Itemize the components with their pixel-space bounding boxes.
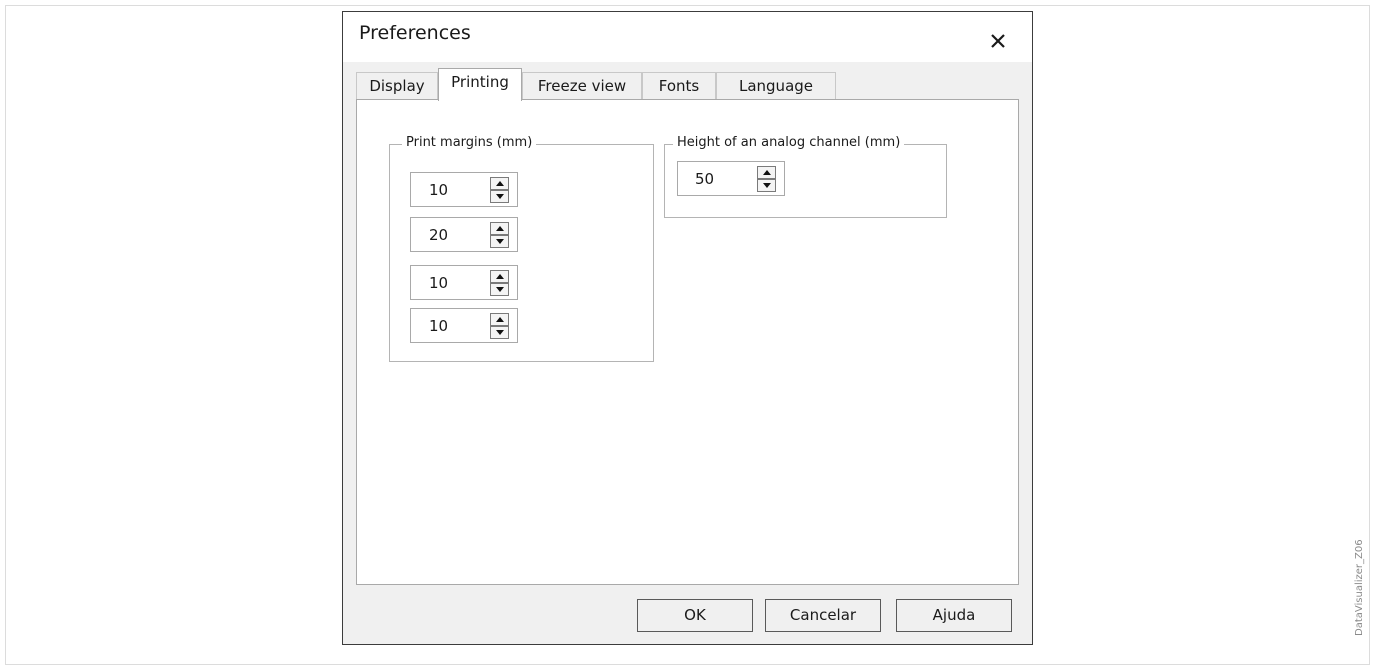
arrow-up-icon	[496, 181, 504, 186]
analog-height-value: 50	[695, 170, 715, 188]
close-button[interactable]	[983, 24, 1013, 54]
tab-language[interactable]: Language	[716, 72, 836, 99]
analog-height-stepper[interactable]: 50	[677, 161, 785, 196]
tab-label: Freeze view	[537, 77, 627, 95]
decrement-button[interactable]	[490, 326, 509, 339]
arrow-down-icon	[763, 183, 771, 188]
analog-channel-label: Height of an analog channel (mm)	[673, 135, 905, 150]
arrow-up-icon	[496, 226, 504, 231]
margin-value-4: 10	[429, 317, 449, 335]
decrement-button[interactable]	[490, 235, 509, 248]
decrement-button[interactable]	[490, 190, 509, 203]
ok-button[interactable]: OK	[637, 599, 753, 632]
close-icon	[991, 34, 1005, 48]
arrow-down-icon	[496, 287, 504, 292]
increment-button[interactable]	[490, 270, 509, 283]
arrow-up-icon	[496, 274, 504, 279]
increment-button[interactable]	[490, 313, 509, 326]
arrow-up-icon	[496, 317, 504, 322]
dialog-titlebar: Preferences	[343, 12, 1032, 62]
arrow-down-icon	[496, 330, 504, 335]
margin-value-2: 20	[429, 226, 449, 244]
cancel-button[interactable]: Cancelar	[765, 599, 881, 632]
decrement-button[interactable]	[490, 283, 509, 296]
tab-freeze-view[interactable]: Freeze view	[522, 72, 642, 99]
margin-value-1: 10	[429, 181, 449, 199]
figure-id-watermark: DataVisualizer_Z06	[1354, 539, 1365, 636]
tab-display[interactable]: Display	[356, 72, 438, 99]
print-margins-label: Print margins (mm)	[402, 135, 537, 150]
tab-fonts[interactable]: Fonts	[642, 72, 716, 99]
increment-button[interactable]	[490, 177, 509, 190]
margin-value-3: 10	[429, 274, 449, 292]
margin-stepper-1[interactable]: 10	[410, 172, 518, 207]
margin-stepper-2[interactable]: 20	[410, 217, 518, 252]
tab-printing[interactable]: Printing	[438, 68, 522, 101]
tab-label: Language	[738, 77, 814, 95]
tab-label: Fonts	[658, 77, 700, 95]
tab-label: Display	[369, 77, 425, 95]
increment-button[interactable]	[757, 166, 776, 179]
tab-label: Printing	[451, 73, 509, 91]
printing-tab-panel: Print margins (mm) 10 20 10 10 Height of…	[356, 99, 1019, 585]
arrow-down-icon	[496, 194, 504, 199]
preferences-dialog: Preferences Display Printing Freeze view…	[342, 11, 1033, 645]
analog-channel-group: Height of an analog channel (mm) 50	[664, 135, 947, 218]
margin-stepper-3[interactable]: 10	[410, 265, 518, 300]
arrow-down-icon	[496, 239, 504, 244]
print-margins-group: Print margins (mm) 10 20 10 10	[389, 135, 654, 362]
dialog-title: Preferences	[359, 22, 471, 44]
decrement-button[interactable]	[757, 179, 776, 192]
increment-button[interactable]	[490, 222, 509, 235]
arrow-up-icon	[763, 170, 771, 175]
margin-stepper-4[interactable]: 10	[410, 308, 518, 343]
help-button[interactable]: Ajuda	[896, 599, 1012, 632]
